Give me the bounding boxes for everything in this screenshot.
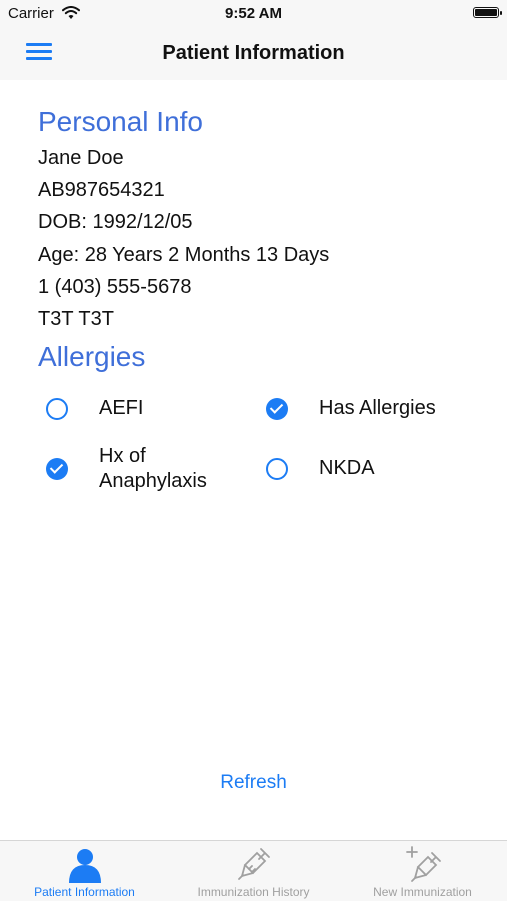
allergy-label: Hx of Anaphylaxis	[99, 445, 207, 492]
tab-label: New Immunization	[373, 885, 472, 899]
page-title: Patient Information	[162, 42, 345, 64]
allergy-option-has-allergies[interactable]: Has Allergies	[266, 396, 466, 421]
allergy-label: Has Allergies	[319, 397, 436, 419]
refresh-button[interactable]: Refresh	[0, 772, 507, 794]
syringe-icon	[238, 848, 270, 880]
tab-immunization-history[interactable]: Immunization History	[169, 841, 338, 901]
patient-age: Age: 28 Years 2 Months 13 Days	[38, 244, 330, 266]
allergy-option-hx-anaphylaxis[interactable]: Hx of Anaphylaxis	[46, 444, 246, 494]
tab-label: Immunization History	[197, 885, 310, 899]
patient-phone: 1 (403) 555-5678	[38, 276, 192, 298]
patient-name: Jane Doe	[38, 147, 124, 169]
status-time: 9:52 AM	[225, 5, 282, 22]
radio-unchecked-icon	[46, 398, 68, 420]
battery-icon	[473, 7, 502, 18]
patient-dob: DOB: 1992/12/05	[38, 211, 193, 233]
tab-new-immunization[interactable]: New Immunization	[338, 841, 507, 901]
status-bar: Carrier 9:52 AM	[0, 0, 507, 28]
patient-postal-code: T3T T3T	[38, 308, 114, 330]
person-icon	[69, 849, 101, 883]
radio-unchecked-icon	[266, 458, 288, 480]
navigation-bar: Patient Information	[0, 28, 507, 80]
tab-bar: Patient Information Immunization History…	[0, 840, 507, 901]
patient-id: AB987654321	[38, 179, 165, 201]
checkmark-circle-icon	[266, 398, 288, 420]
personal-info-heading: Personal Info	[38, 106, 203, 137]
allergy-label: AEFI	[99, 397, 144, 419]
allergy-option-nkda[interactable]: NKDA	[266, 456, 466, 481]
allergy-label: NKDA	[319, 457, 375, 479]
tab-patient-information[interactable]: Patient Information	[0, 841, 169, 901]
tab-label: Patient Information	[34, 885, 135, 899]
add-syringe-icon	[406, 846, 441, 882]
checkmark-circle-icon	[46, 458, 68, 480]
allergies-heading: Allergies	[38, 341, 146, 372]
allergy-option-aefi[interactable]: AEFI	[46, 396, 246, 421]
